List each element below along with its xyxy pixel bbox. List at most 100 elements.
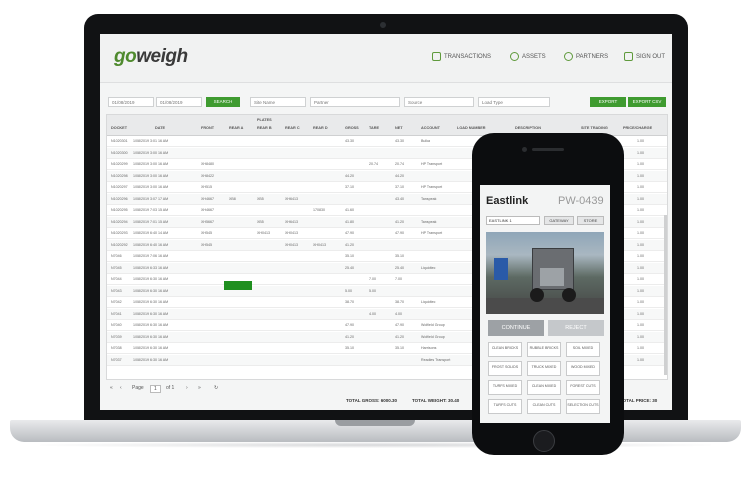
table-cell: 1.00 <box>637 242 644 247</box>
export-button[interactable]: EXPORT <box>590 97 626 107</box>
material-button[interactable]: WOOD MIXED <box>566 361 600 376</box>
chart-icon <box>432 52 441 61</box>
material-button[interactable]: TRUCK MIXED <box>527 361 561 376</box>
col-date[interactable]: DATE <box>155 126 165 130</box>
next-page-icon[interactable]: › <box>186 385 188 391</box>
material-button[interactable]: FOREST CUTS <box>566 380 600 395</box>
table-cell: XH4667 <box>201 208 214 212</box>
col-load-number[interactable]: LOAD NUMBER <box>457 126 485 130</box>
store-button[interactable]: STORE <box>577 216 604 225</box>
table-cell: 170830 <box>313 208 325 212</box>
material-button[interactable]: TURFS MIXED <box>488 380 522 395</box>
table-cell: 1.00 <box>637 219 644 224</box>
date-from-input[interactable]: 01/08/2019 <box>108 97 154 107</box>
logo-weigh: weigh <box>136 46 188 67</box>
col-account[interactable]: ACCOUNT <box>421 126 440 130</box>
material-button[interactable]: SOIL MIXED <box>566 342 600 357</box>
table-scrollbar[interactable] <box>664 215 667 375</box>
site-dropdown[interactable]: EASTLINK 1 <box>486 216 540 225</box>
first-page-icon[interactable]: « <box>110 385 113 391</box>
source-select[interactable]: Source <box>404 97 474 107</box>
table-cell: Tanspeak <box>421 196 437 201</box>
table-cell: 7.00 <box>395 277 402 281</box>
table-cell: 1.00 <box>637 277 644 281</box>
table-cell: 1/08/2019 7:06 16 AM <box>133 254 169 258</box>
table-cell: 1/08/2019 7:03 15 AM <box>133 208 169 212</box>
table-cell: 47.90 <box>395 323 404 327</box>
continue-button[interactable]: CONTINUE <box>488 320 544 336</box>
table-cell: 1.00 <box>637 139 644 143</box>
total-price: TOTAL PRICE: 30 <box>620 398 658 403</box>
load-type-select[interactable]: Load Type <box>478 97 550 107</box>
refresh-icon[interactable]: ↻ <box>214 385 218 391</box>
col-net[interactable]: NET <box>395 126 403 130</box>
table-cell: 1/08/2019 6:40 14 AM <box>133 231 169 235</box>
table-cell: 1.00 <box>637 265 644 270</box>
nav-sign-out[interactable]: SIGN OUT <box>624 52 665 61</box>
prev-page-icon[interactable]: ‹ <box>120 385 122 391</box>
goweigh-logo[interactable]: goweigh <box>114 46 188 68</box>
table-cell: XB5 <box>257 219 264 224</box>
material-button[interactable]: CLEAN CUTS <box>527 399 561 414</box>
page-number-input[interactable]: 1 <box>150 385 161 393</box>
col-price-charge[interactable]: PRICE/CHARGE <box>623 126 652 130</box>
nav-assets[interactable]: ASSETS <box>510 52 546 61</box>
table-cell: 37.10 <box>345 185 354 189</box>
col-rear-c[interactable]: REAR C <box>285 126 300 130</box>
table-cell: 1/08/2019 3:00 16 AM <box>133 162 169 166</box>
table-cell: Readies Transport <box>421 357 451 362</box>
table-cell: HP Transport <box>421 231 443 235</box>
col-gross[interactable]: GROSS <box>345 126 359 130</box>
table-cell: XH6413 <box>285 196 298 201</box>
table-cell: XH545 <box>201 231 212 235</box>
truck-wheel <box>530 288 544 302</box>
material-button[interactable]: RUBBLE BRICKS <box>527 342 561 357</box>
table-cell: XH0413 <box>257 231 270 235</box>
table-cell: 1.00 <box>637 185 644 189</box>
export-csv-button[interactable]: EXPORT CSV <box>628 97 666 107</box>
laptop-notch <box>335 420 415 426</box>
nav-transactions[interactable]: TRANSACTIONS <box>432 52 491 61</box>
table-cell: N7043 <box>111 288 122 293</box>
table-cell: 1.00 <box>637 150 644 155</box>
material-button[interactable]: FROST SOLIDS <box>488 361 522 376</box>
table-cell: N7041 <box>111 311 122 316</box>
col-site-trading[interactable]: SITE TRADING <box>581 126 608 130</box>
table-cell: 38.70 <box>395 300 404 304</box>
reject-button[interactable]: REJECT <box>548 320 604 336</box>
gateway-button[interactable]: GATEWAY <box>544 216 574 225</box>
table-cell: 1.00 <box>637 346 644 350</box>
material-button[interactable]: CLEAN BRICKS <box>488 342 522 357</box>
material-button[interactable]: TURFS CUTS <box>488 399 522 414</box>
table-cell: 47.90 <box>345 231 354 235</box>
phone-home-button[interactable] <box>533 430 555 452</box>
table-cell: 1/08/2019 6:30 16 AM <box>133 323 169 327</box>
material-button[interactable]: SELECTION CUTS <box>566 399 600 414</box>
col-description[interactable]: DESCRIPTION <box>515 126 541 130</box>
nav-partners[interactable]: PARTNERS <box>564 52 608 61</box>
truck-camera-image <box>486 232 604 314</box>
webcam <box>380 22 386 28</box>
col-tare[interactable]: TARE <box>369 126 379 130</box>
filter-bar: 01/08/2019 01/08/2019 SEARCH Site Name P… <box>100 92 672 112</box>
search-button[interactable]: SEARCH <box>206 97 240 107</box>
site-select[interactable]: Site Name <box>250 97 306 107</box>
table-cell: 1/08/2019 6:40 16 AM <box>133 242 169 247</box>
partner-select[interactable]: Partner <box>310 97 400 107</box>
col-front[interactable]: FRONT <box>201 126 214 130</box>
last-page-icon[interactable]: » <box>198 385 201 391</box>
col-docket[interactable]: DOCKET <box>111 126 127 130</box>
table-cell: XH8480 <box>201 162 214 166</box>
col-rear-a[interactable]: REAR A <box>229 126 243 130</box>
table-cell: 1/08/2019 3:01 16 AM <box>133 139 169 143</box>
highlighted-row-button[interactable] <box>224 281 252 290</box>
table-cell: 1.00 <box>637 162 644 166</box>
app-header: goweigh TRANSACTIONS ASSETS PARTNERS SIG… <box>100 34 672 83</box>
col-rear-d[interactable]: REAR D <box>313 126 328 130</box>
col-rear-b[interactable]: REAR B <box>257 126 272 130</box>
material-button[interactable]: CLEAN MIXED <box>527 380 561 395</box>
table-cell: N7042 <box>111 300 122 304</box>
date-to-input[interactable]: 01/08/2019 <box>156 97 202 107</box>
table-cell: XH8422 <box>201 173 214 178</box>
table-cell: XH4667 <box>201 196 214 201</box>
